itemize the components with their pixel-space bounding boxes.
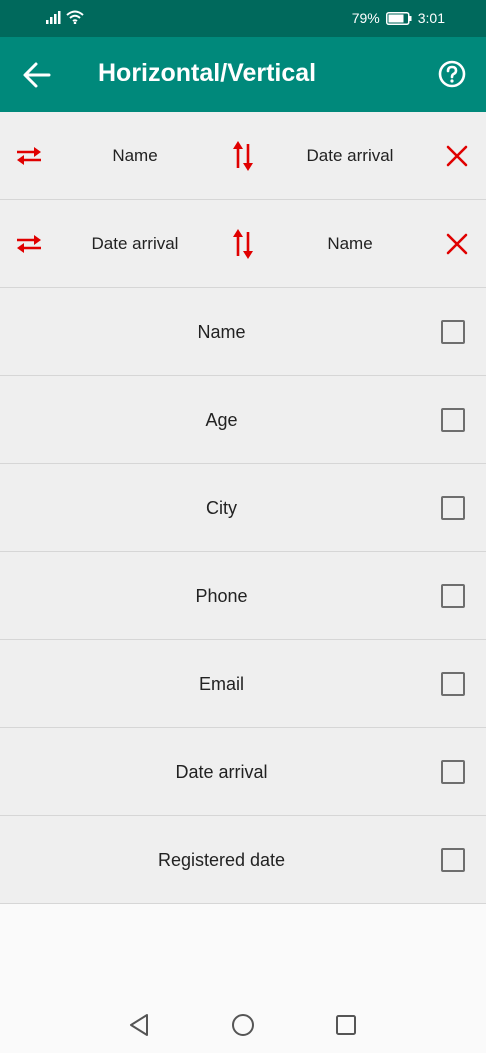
- home-circle-icon[interactable]: [230, 1012, 256, 1038]
- field-label: Name: [197, 322, 246, 342]
- status-right: 79% 3:01: [352, 10, 445, 26]
- swap-vertical-icon[interactable]: [231, 228, 255, 260]
- field-checkbox[interactable]: [441, 408, 465, 432]
- field-label: Registered date: [157, 850, 286, 870]
- list-item[interactable]: Age: [0, 376, 486, 464]
- rule-vertical-field: Date arrival: [306, 146, 394, 165]
- signal-icon: [46, 11, 61, 24]
- page-title: Horizontal/Vertical: [98, 59, 317, 87]
- list-item[interactable]: City: [0, 464, 486, 552]
- rule-row: Name Date arrival: [0, 112, 486, 200]
- wifi-icon: [66, 10, 84, 24]
- rule-vertical-field: Name: [327, 234, 373, 253]
- field-label: Email: [198, 674, 244, 694]
- field-label: Date arrival: [175, 762, 268, 782]
- field-checkbox[interactable]: [441, 496, 465, 520]
- field-label: City: [206, 498, 237, 518]
- system-nav-bar: [0, 996, 486, 1053]
- list-item[interactable]: Date arrival: [0, 728, 486, 816]
- field-checkbox[interactable]: [441, 584, 465, 608]
- battery-icon: [385, 11, 412, 25]
- close-icon[interactable]: [446, 233, 468, 255]
- swap-vertical-icon[interactable]: [231, 140, 255, 172]
- help-circle-icon[interactable]: [438, 60, 466, 88]
- field-checkbox[interactable]: [441, 848, 465, 872]
- status-bar: 79% 3:01: [0, 0, 486, 37]
- recents-square-icon[interactable]: [333, 1012, 359, 1038]
- status-left: [46, 10, 84, 24]
- rule-horizontal-field: Name: [112, 146, 158, 165]
- field-checkbox[interactable]: [441, 760, 465, 784]
- clock: 3:01: [417, 10, 445, 26]
- field-label: Phone: [195, 586, 248, 606]
- list-item[interactable]: Registered date: [0, 816, 486, 904]
- back-triangle-icon[interactable]: [127, 1012, 153, 1038]
- close-icon[interactable]: [446, 145, 468, 167]
- app-bar: Horizontal/Vertical: [0, 37, 486, 112]
- field-label: Age: [205, 410, 238, 430]
- arrow-left-icon[interactable]: [22, 61, 52, 89]
- field-checkbox[interactable]: [441, 320, 465, 344]
- rule-row: Date arrival Name: [0, 200, 486, 288]
- list-item[interactable]: Name: [0, 288, 486, 376]
- list-item[interactable]: Phone: [0, 552, 486, 640]
- list-item[interactable]: Email: [0, 640, 486, 728]
- field-checkbox[interactable]: [441, 672, 465, 696]
- swap-horizontal-icon[interactable]: [14, 144, 44, 168]
- swap-horizontal-icon[interactable]: [14, 232, 44, 256]
- rule-horizontal-field: Date arrival: [91, 234, 179, 253]
- battery-percent: 79%: [351, 10, 380, 26]
